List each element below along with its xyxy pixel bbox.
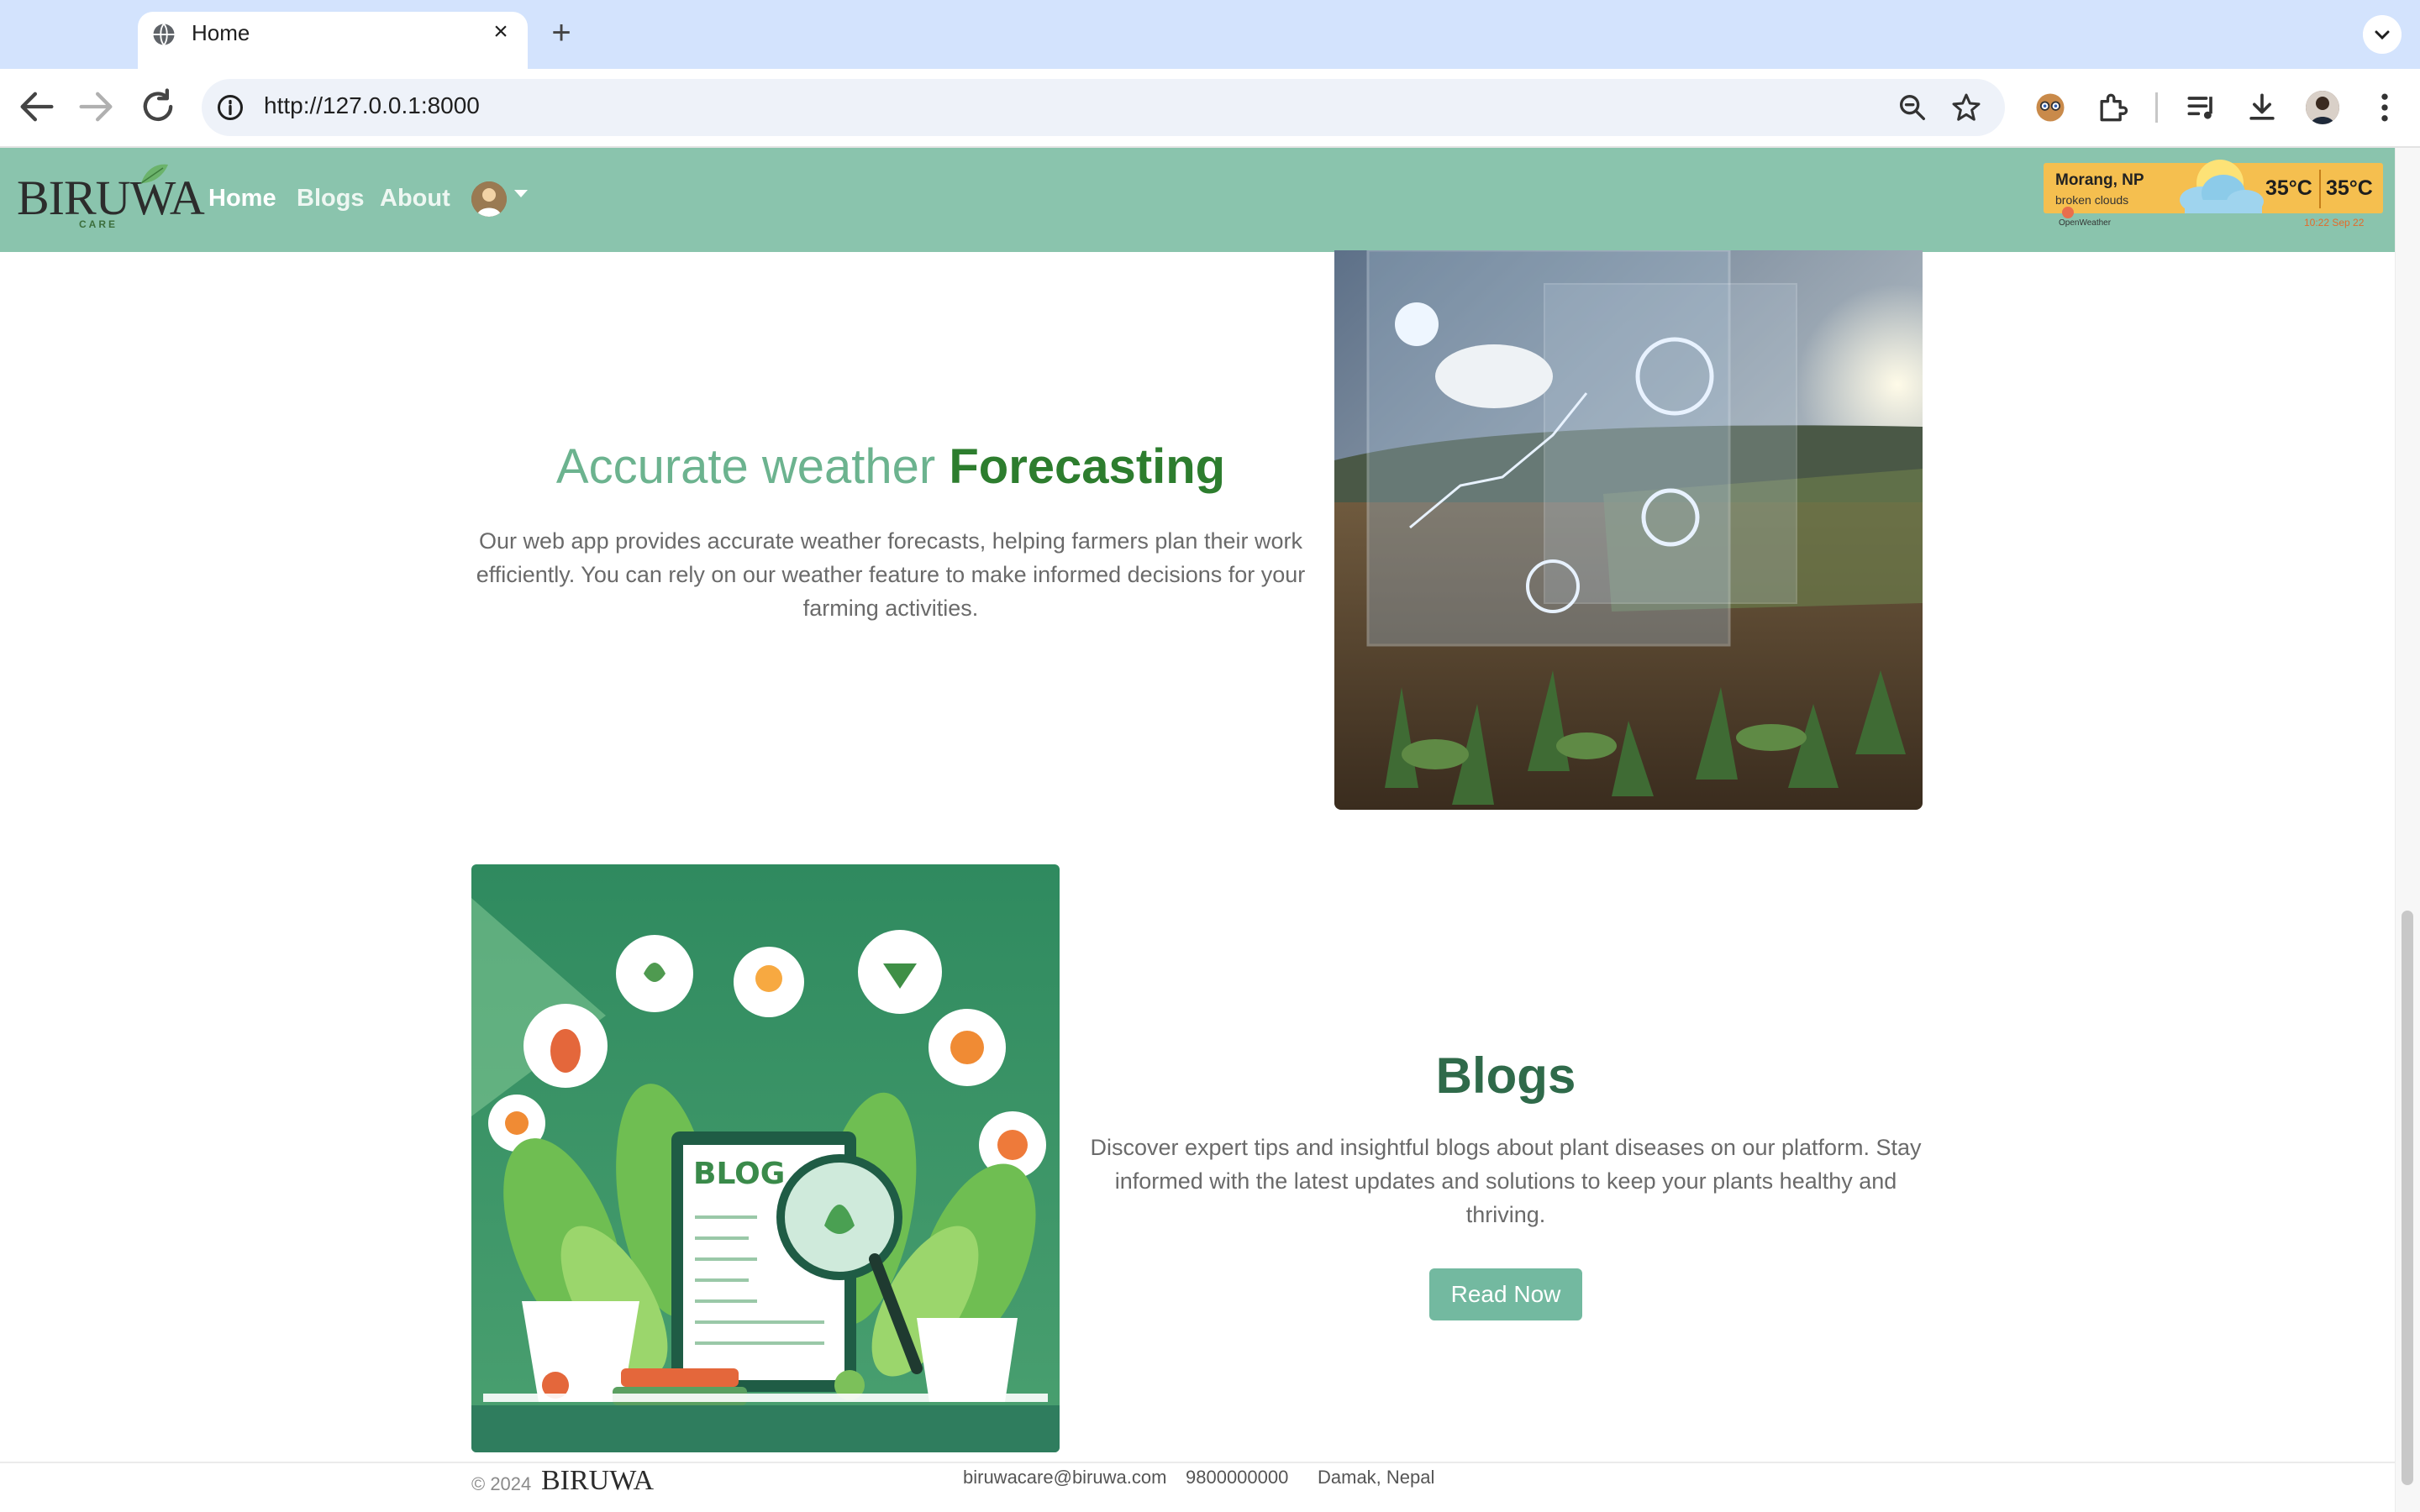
forecast-heading-light: Accurate weather [555,439,950,494]
blog-illustration-image: BLOG [471,864,1060,1452]
user-menu-avatar[interactable] [471,181,507,217]
url-text[interactable]: http://127.0.0.1:8000 [264,92,480,119]
blogs-heading: Blogs [1435,1047,1576,1104]
extensions-puzzle-icon[interactable] [2094,89,2131,126]
forward-button[interactable] [74,85,118,129]
site-logo[interactable]: BIRUWA [17,170,205,226]
leaf-icon [140,164,168,184]
sun-cloud-icon [2180,160,2264,213]
nav-home-link[interactable]: Home [208,185,276,213]
weather-dashboard-illustration [1334,250,1923,810]
weather-time: 10:22 Sep 22 [2304,217,2365,228]
tab-search-button[interactable] [2363,15,2402,54]
dropdown-caret-icon[interactable] [514,190,528,197]
menu-kebab-icon[interactable] [2366,89,2403,126]
tab-title: Home [192,20,250,45]
footer-divider [0,1462,2395,1463]
close-tab-icon[interactable]: × [487,18,514,45]
weather-forecast-image [1334,250,1923,810]
new-tab-button[interactable]: + [544,16,578,50]
weather-divider [2319,170,2321,208]
toolbar-divider [2155,92,2158,123]
user-photo-icon [471,181,507,217]
extension-face-icon[interactable] [2032,89,2069,126]
weather-provider: OpenWeather [2059,218,2112,228]
bookmark-star-icon[interactable] [1949,91,1983,124]
weather-temperature: 35°C [2265,176,2312,200]
forecast-description: Our web app provides accurate weather fo… [476,528,1306,621]
footer-email[interactable]: biruwacare@biruwa.com [963,1467,1166,1488]
weather-feels-like: 35°C [2326,176,2373,200]
read-now-button[interactable]: Read Now [1429,1268,1582,1320]
footer-location: Damak, Nepal [1318,1467,1435,1488]
download-icon[interactable] [2244,89,2281,126]
forecast-heading: Accurate weather Forecasting [471,438,1311,495]
openweather-logo-icon [2062,207,2074,218]
zoom-icon[interactable] [1896,91,1929,124]
globe-icon [153,23,175,46]
blog-image-label: BLOG [693,1157,785,1191]
blog-plants-illustration: BLOG [471,864,1060,1452]
footer-logo: BIRUWA [541,1465,655,1496]
nav-about-link[interactable]: About [380,185,450,213]
site-info-icon[interactable] [215,92,245,123]
media-queue-icon[interactable] [2183,89,2220,126]
scrollbar-thumb[interactable] [2402,911,2413,1485]
profile-avatar[interactable] [2306,91,2339,124]
footer-copyright: © 2024 [471,1473,532,1494]
weather-description: broken clouds [2055,193,2129,207]
site-logo-sub: CARE [79,218,118,230]
footer-phone[interactable]: 9800000000 [1186,1467,1288,1488]
blogs-description: Discover expert tips and insightful blog… [1090,1135,1922,1227]
reload-button[interactable] [136,85,180,129]
forecast-heading-strong: Forecasting [949,439,1226,494]
weather-location: Morang, NP [2055,171,2144,189]
person-icon [2306,91,2339,124]
nav-blogs-link[interactable]: Blogs [297,185,365,213]
back-button[interactable] [15,85,59,129]
